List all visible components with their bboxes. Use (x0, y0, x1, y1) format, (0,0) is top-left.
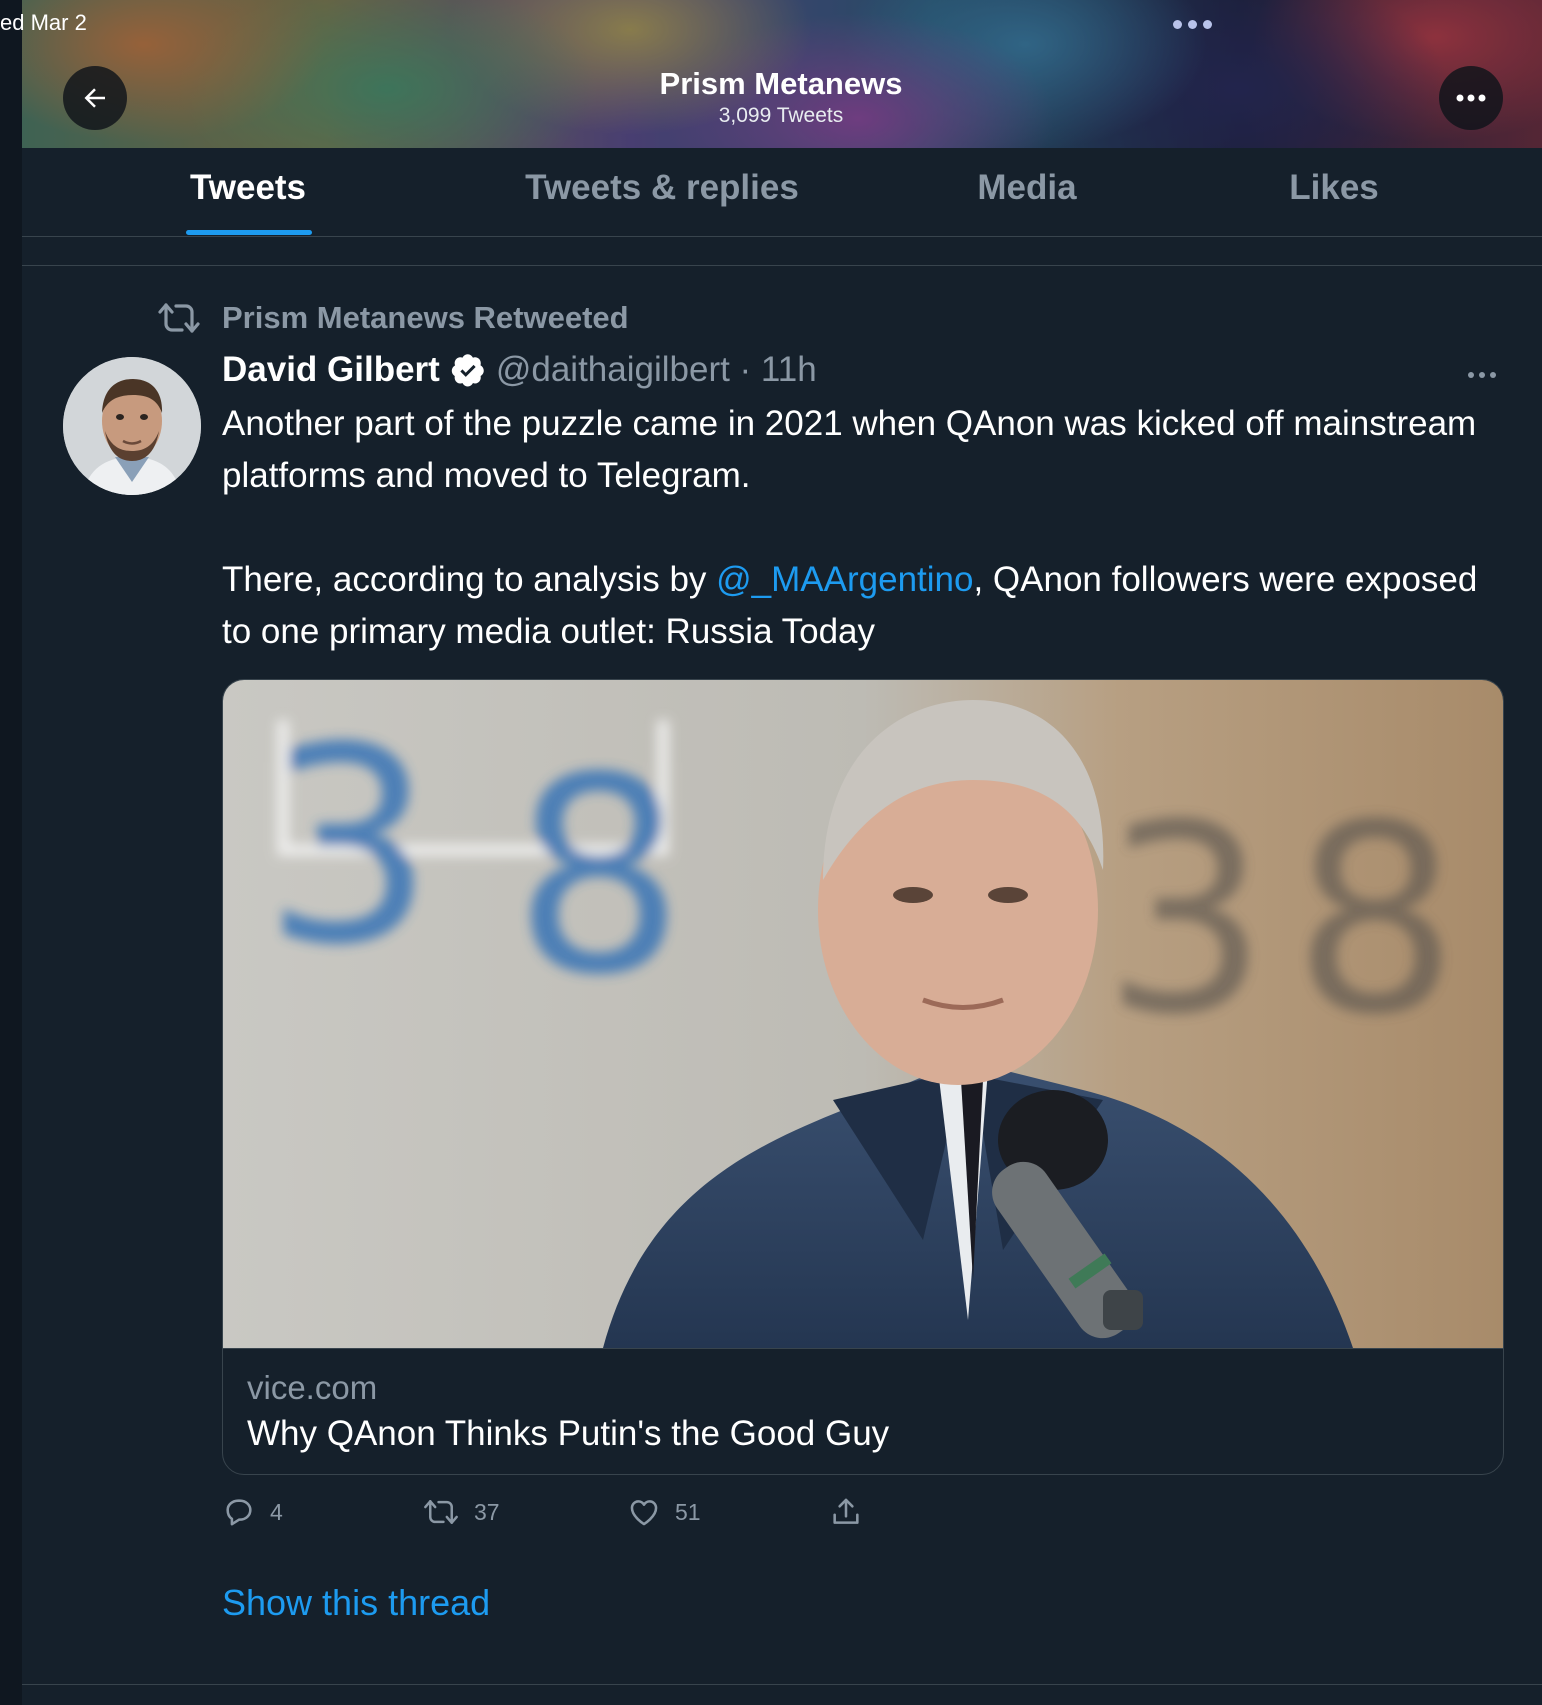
left-edge-strip (0, 0, 22, 1705)
svg-text:8: 8 (1293, 770, 1458, 1072)
tweet-author-row: David Gilbert @daithaigilbert · 11h (222, 350, 817, 390)
tweet-text-paragraph-2-start: There, according to analysis by (222, 560, 717, 599)
article-thumbnail-image: 3 8 3 8 (223, 680, 1503, 1348)
tab-tweets-and-replies[interactable]: Tweets & replies (525, 168, 799, 208)
show-thread-link[interactable]: Show this thread (222, 1582, 490, 1624)
reply-count: 4 (270, 1498, 283, 1525)
retweet-icon (158, 303, 200, 333)
tab-tweets[interactable]: Tweets (190, 168, 306, 208)
share-icon (833, 1498, 859, 1524)
multitasking-dots[interactable] (1173, 20, 1212, 29)
mention-link[interactable]: @_MAArgentino (716, 560, 973, 599)
retweet-icon (424, 1500, 458, 1524)
avatar-photo (63, 357, 201, 495)
status-bar-date: ed Mar 2 (0, 10, 87, 35)
tab-media[interactable]: Media (977, 168, 1076, 208)
active-tab-indicator (186, 230, 312, 235)
tab-likes[interactable]: Likes (1289, 168, 1379, 208)
svg-text:3: 3 (1103, 770, 1268, 1072)
card-meta: vice.com Why QAnon Thinks Putin's the Go… (223, 1348, 1503, 1474)
author-name[interactable]: David Gilbert (222, 350, 440, 390)
reply-icon (226, 1499, 252, 1526)
svg-text:8: 8 (513, 719, 685, 1034)
like-count: 51 (675, 1498, 701, 1525)
like-icon (630, 1500, 658, 1526)
link-preview-card[interactable]: 3 8 3 8 vice.com Why QAnon Thinks Putin'… (222, 679, 1504, 1475)
author-avatar[interactable] (63, 357, 201, 495)
reply-button[interactable]: 4 (222, 1495, 283, 1529)
profile-name-title: Prism Metanews (659, 66, 903, 101)
retweet-button[interactable]: 37 (422, 1495, 500, 1529)
retweeted-by-label[interactable]: Prism Metanews Retweeted (222, 300, 629, 336)
retweet-count: 37 (474, 1498, 500, 1525)
like-button[interactable]: 51 (627, 1495, 701, 1529)
tweet-text: Another part of the puzzle came in 2021 … (222, 398, 1482, 658)
card-title: Why QAnon Thinks Putin's the Good Guy (247, 1414, 890, 1453)
verified-badge-icon (450, 352, 486, 388)
tweet-action-bar: 4 37 51 (222, 1495, 922, 1535)
feed-divider (22, 265, 1542, 266)
card-domain: vice.com (247, 1369, 378, 1406)
tweet-count: 3,099 Tweets (718, 104, 844, 127)
profile-tabs: Tweets Tweets & replies Media Likes (22, 148, 1542, 237)
tweet-more-options-button[interactable] (1468, 372, 1496, 378)
tweet-text-paragraph-1: Another part of the puzzle came in 2021 … (222, 404, 1477, 495)
svg-text:3: 3 (263, 689, 435, 1004)
author-handle-and-time[interactable]: @daithaigilbert · 11h (496, 350, 817, 390)
share-button[interactable] (829, 1495, 863, 1529)
tweet-bottom-divider (22, 1684, 1542, 1685)
